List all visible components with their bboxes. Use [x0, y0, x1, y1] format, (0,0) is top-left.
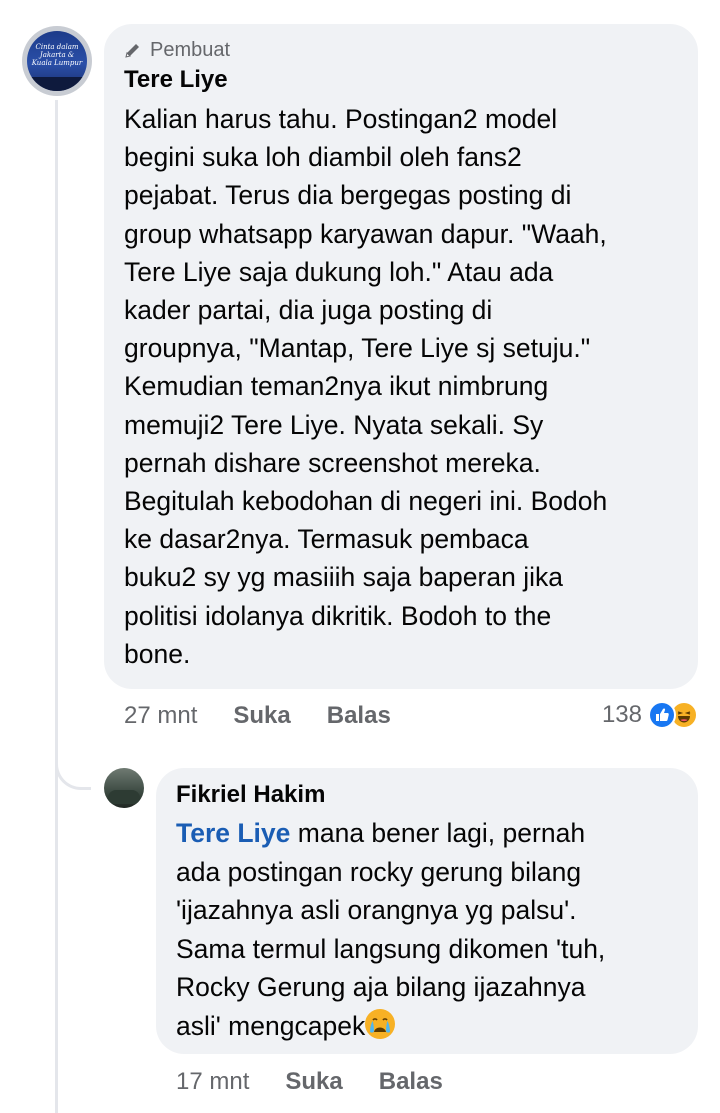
comment-line: Begitulah kebodohan di negeri ini. Bodoh	[124, 486, 608, 517]
comment-line: bone.	[124, 638, 191, 669]
reply-author[interactable]: Fikriel Hakim	[176, 781, 325, 809]
comment-author[interactable]: Tere Liye	[124, 66, 228, 94]
comment-text: Kalian harus tahu. Postingan2 model begi…	[124, 100, 694, 673]
pencil-icon	[125, 44, 139, 58]
reply-button[interactable]: Balas	[327, 702, 391, 730]
reply-line-rest: mana bener lagi, pernah	[290, 818, 586, 848]
reply-reply-button[interactable]: Balas	[379, 1068, 443, 1096]
creator-badge: Pembuat	[124, 38, 230, 62]
avatar-image: Cinta dalam Jakarta & Kuala Lumpur	[27, 31, 87, 91]
avatar[interactable]: Cinta dalam Jakarta & Kuala Lumpur	[22, 26, 92, 96]
reply-timestamp[interactable]: 17 mnt	[176, 1068, 249, 1096]
like-button[interactable]: Suka	[233, 702, 290, 730]
comment-line: group whatsapp karyawan dapur. "Waah,	[124, 218, 607, 249]
reply-line: Tere Liye mana bener lagi, pernah	[176, 814, 686, 853]
crying-face-icon	[365, 1008, 396, 1039]
reply-actions: 17 mnt Suka Balas	[176, 1066, 479, 1098]
reply-avatar[interactable]	[104, 768, 144, 808]
comment-line: pernah dishare screenshot mereka.	[124, 447, 541, 478]
reply-line: 'ijazahnya asli orangnya yg palsu'.	[176, 895, 577, 926]
reply-like-button[interactable]: Suka	[285, 1068, 342, 1096]
like-icon	[648, 701, 676, 729]
comment-line: buku2 sy yg masiiih saja baperan jika	[124, 562, 563, 593]
comment-line: Tere Liye saja dukung loh." Atau ada	[124, 256, 554, 287]
thread-connector	[55, 740, 91, 790]
comment-line: groupnya, "Mantap, Tere Liye sj setuju."	[124, 333, 591, 364]
comment-line: Kalian harus tahu. Postingan2 model	[124, 104, 558, 134]
comment-line: politisi idolanya dikritik. Bodoh to the	[124, 600, 552, 631]
reply-line: Rocky Gerung aja bilang ijazahnya	[176, 972, 586, 1003]
avatar-skyline	[27, 77, 87, 91]
comment-line: begini suka loh diambil oleh fans2	[124, 142, 522, 173]
reply-line: ada postingan rocky gerung bilang	[176, 856, 582, 887]
reaction-count: 138	[601, 701, 642, 728]
reply-line: asli' mengcapek	[176, 1007, 686, 1046]
comment-line: kader partai, dia juga posting di	[124, 295, 493, 326]
thread-line	[55, 100, 58, 1113]
comment-timestamp[interactable]: 27 mnt	[124, 702, 197, 730]
comment-line: memuji2 Tere Liye. Nyata sekali. Sy	[124, 409, 544, 440]
mention-link[interactable]: Tere Liye	[176, 818, 290, 848]
reaction-summary[interactable]: 138	[602, 698, 698, 732]
comment-line: pejabat. Terus dia bergegas posting di	[124, 180, 572, 211]
reply-line: Sama termul langsung dikomen 'tuh,	[176, 933, 606, 964]
comment-actions: 27 mnt Suka Balas	[124, 700, 427, 732]
comment-line: ke dasar2nya. Termasuk pembaca	[124, 524, 529, 555]
reply-avatar-image	[108, 790, 140, 804]
avatar-caption: Cinta dalam Jakarta & Kuala Lumpur	[31, 43, 83, 67]
reply-text: Tere Liye mana bener lagi, pernah ada po…	[176, 814, 686, 1046]
comment-line: Kemudian teman2nya ikut nimbrung	[124, 371, 549, 402]
reply-line-last: asli' mengcapek	[176, 1010, 366, 1041]
creator-badge-label: Pembuat	[150, 38, 231, 61]
